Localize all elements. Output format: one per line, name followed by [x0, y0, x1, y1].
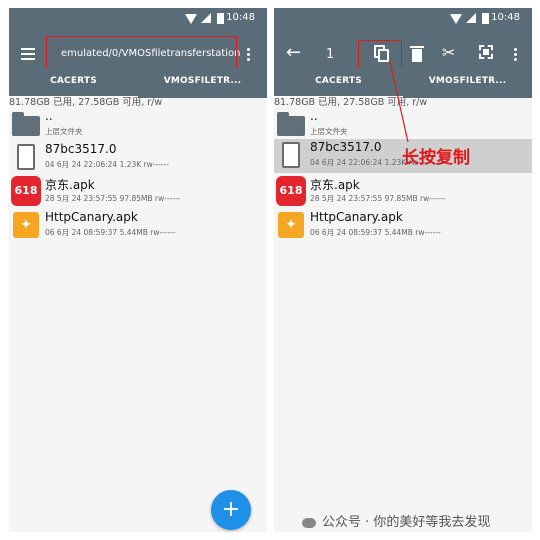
overflow-menu-icon[interactable]	[247, 48, 251, 62]
file-meta: 上层文件夹	[310, 127, 348, 136]
watermark-text: 公众号 · 你的美好等我去发现	[322, 515, 491, 530]
wifi-icon	[185, 14, 197, 24]
folder-icon	[276, 109, 306, 139]
wechat-icon	[302, 517, 316, 528]
folder-icon	[11, 109, 41, 139]
annotation-arrow	[389, 61, 409, 143]
file-name: 87bc3517.0	[310, 140, 382, 154]
httpcanary-app-icon: ✦	[11, 210, 41, 240]
list-item-httpcanary-apk[interactable]: ✦ HttpCanary.apk 06 6月 24 08:59:37 5.44M…	[274, 209, 532, 243]
file-meta: 28 5月 24 23:57:55 97.85MB rw------	[310, 194, 446, 203]
file-meta: 06 6月 24 08:59:37 5.44MB rw------	[45, 228, 176, 237]
back-arrow-icon[interactable]: ←	[286, 44, 301, 62]
file-meta: 上层文件夹	[45, 127, 83, 136]
jd-app-icon: 618	[11, 176, 41, 206]
selection-count: 1	[326, 47, 335, 62]
cut-icon[interactable]: ✂	[442, 43, 455, 62]
list-item-parent-folder[interactable]: .. 上层文件夹	[9, 108, 267, 142]
list-item-jd-apk[interactable]: 618 京东.apk 28 5月 24 23:57:55 97.85MB rw-…	[9, 175, 267, 209]
file-meta: 06 6月 24 08:59:37 5.44MB rw------	[310, 228, 441, 237]
jd-app-icon: 618	[276, 176, 306, 206]
status-bar: 10:48	[9, 8, 267, 30]
file-icon	[11, 142, 41, 172]
tab-vmosfiletr[interactable]: VMOSFILETR...	[138, 76, 267, 86]
signal-icon	[466, 13, 476, 23]
file-name: HttpCanary.apk	[45, 210, 138, 224]
file-name: 京东.apk	[310, 178, 360, 192]
file-name: 京东.apk	[45, 178, 95, 192]
file-name: 87bc3517.0	[45, 142, 117, 156]
storage-info: 81.78GB 已用, 27.58GB 可用, r/w	[9, 97, 163, 108]
file-icon	[276, 140, 306, 170]
tab-cacerts[interactable]: CACERTS	[274, 76, 403, 86]
add-fab-button[interactable]: +	[211, 490, 251, 530]
hamburger-menu-icon[interactable]	[21, 48, 35, 60]
file-manager-screen-left: 10:48 emulated/0/VMOSfiletransferstation…	[9, 8, 267, 532]
signal-icon	[201, 13, 211, 23]
overflow-menu-icon[interactable]	[514, 48, 518, 62]
clock: 10:48	[226, 12, 255, 23]
httpcanary-app-icon: ✦	[276, 210, 306, 240]
file-meta: 04 6月 24 22:06:24 1.23K rw------	[45, 160, 170, 169]
tab-cacerts[interactable]: CACERTS	[9, 76, 138, 86]
wifi-icon	[450, 14, 462, 24]
annotation-long-press-copy: 长按复制	[402, 148, 470, 168]
file-name: ..	[45, 109, 53, 123]
file-meta: 28 5月 24 23:57:55 97.85MB rw------	[45, 194, 181, 203]
path-highlight-box	[46, 36, 237, 70]
watermark: 公众号 · 你的美好等我去发现	[302, 511, 490, 530]
tab-vmosfiletr[interactable]: VMOSFILETR...	[403, 76, 532, 86]
select-all-icon[interactable]	[479, 45, 493, 59]
clock: 10:48	[491, 12, 520, 23]
list-item-jd-apk[interactable]: 618 京东.apk 28 5月 24 23:57:55 97.85MB rw-…	[274, 175, 532, 209]
file-name: HttpCanary.apk	[310, 210, 403, 224]
list-item-httpcanary-apk[interactable]: ✦ HttpCanary.apk 06 6月 24 08:59:37 5.44M…	[9, 209, 267, 243]
status-bar: 10:48	[274, 8, 532, 30]
battery-icon	[482, 13, 489, 24]
list-item-87bc3517[interactable]: 87bc3517.0 04 6月 24 22:06:24 1.23K rw---…	[9, 141, 267, 175]
battery-icon	[217, 13, 224, 24]
file-name: ..	[310, 109, 318, 123]
